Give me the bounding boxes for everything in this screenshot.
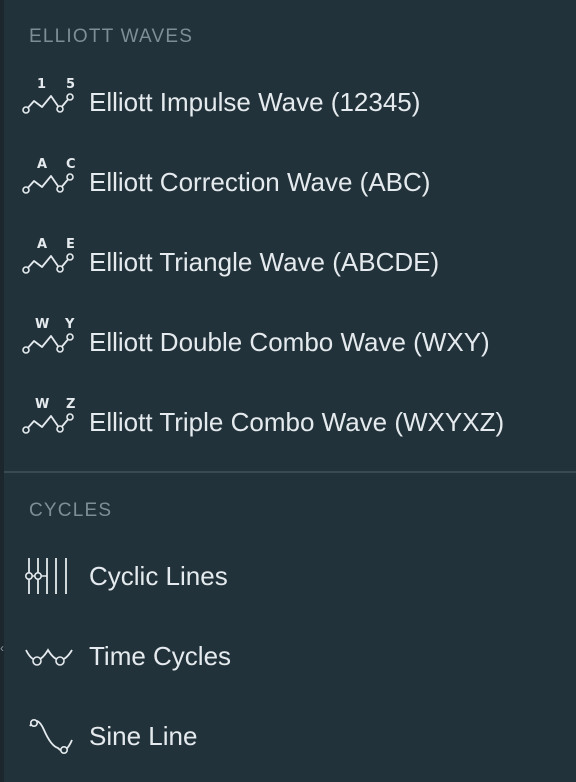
wave-mark-start: 1 — [37, 77, 46, 92]
menu-item-elliott-triple-combo-wave[interactable]: W Z Elliott Triple Combo Wave (WXYXZ) — [4, 382, 576, 462]
time-cycles-icon — [20, 630, 76, 682]
menu-item-elliott-impulse-wave[interactable]: 1 5 Elliott Impulse Wave (12345) — [4, 62, 576, 142]
wave-mark-start: A — [37, 237, 47, 252]
menu-item-sine-line[interactable]: Sine Line — [4, 696, 576, 776]
menu-item-label: Elliott Triangle Wave (ABCDE) — [89, 247, 440, 277]
menu-item-label: Elliott Triple Combo Wave (WXYXZ) — [89, 407, 505, 437]
elliott-triple-combo-wave-icon: W Z — [20, 396, 76, 448]
menu-item-label: Elliott Impulse Wave (12345) — [89, 87, 421, 117]
menu-item-elliott-double-combo-wave[interactable]: W Y Elliott Double Combo Wave (WXY) — [4, 302, 576, 382]
cyclic-lines-icon — [20, 550, 76, 602]
elliott-double-combo-wave-icon: W Y — [20, 316, 76, 368]
elliott-correction-wave-icon: A C — [20, 156, 76, 208]
drawing-tools-menu: ELLIOTT WAVES 1 5 Elliott Impulse Wave (… — [4, 0, 576, 782]
section-divider — [4, 471, 576, 473]
sine-line-icon — [20, 710, 76, 762]
elliott-triangle-wave-icon: A E — [20, 236, 76, 288]
menu-item-time-cycles[interactable]: Time Cycles — [4, 616, 576, 696]
section-header-cycles: CYCLES — [29, 500, 113, 521]
menu-item-label: Sine Line — [89, 721, 198, 751]
wave-mark-end: C — [66, 157, 76, 172]
wave-mark-start: W — [35, 397, 49, 412]
menu-item-label: Time Cycles — [89, 641, 232, 671]
menu-item-label: Cyclic Lines — [89, 561, 228, 591]
section-header-elliott-waves: ELLIOTT WAVES — [29, 26, 194, 47]
wave-mark-end: Z — [66, 397, 75, 412]
menu-item-label: Elliott Double Combo Wave (WXY) — [89, 327, 490, 357]
wave-mark-start: A — [37, 157, 47, 172]
wave-mark-start: W — [35, 317, 49, 332]
menu-item-elliott-triangle-wave[interactable]: A E Elliott Triangle Wave (ABCDE) — [4, 222, 576, 302]
menu-item-elliott-correction-wave[interactable]: A C Elliott Correction Wave (ABC) — [4, 142, 576, 222]
wave-mark-end: E — [66, 237, 75, 252]
menu-item-cyclic-lines[interactable]: Cyclic Lines — [4, 536, 576, 616]
elliott-impulse-wave-icon: 1 5 — [20, 76, 76, 128]
wave-mark-end: 5 — [66, 77, 75, 92]
menu-item-label: Elliott Correction Wave (ABC) — [89, 167, 431, 197]
wave-mark-end: Y — [64, 317, 75, 332]
